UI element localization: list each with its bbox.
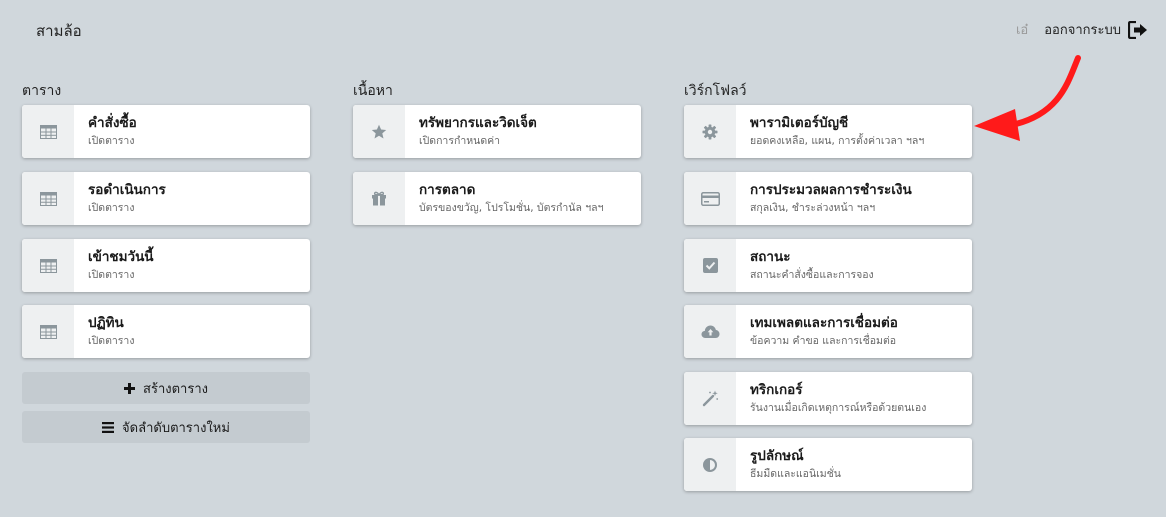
card-title: การประมวลผลการชำระเงิน [750, 182, 912, 198]
card-title: พารามิเตอร์บัญชี [750, 115, 849, 131]
card-subtitle: รันงานเมื่อเกิดเหตุการณ์หรือด้วยตนเอง [750, 402, 927, 414]
tables-column: ตาราง คำสั่งซื้อ เปิดตาราง รอดำเนินการ เ… [22, 80, 310, 443]
card-subtitle: เปิดตาราง [88, 335, 135, 347]
table-card-pending[interactable]: รอดำเนินการ เปิดตาราง [22, 172, 310, 225]
card-title: เข้าชมวันนี้ [88, 249, 154, 265]
top-bar: สามล้อ เอ๋ ออกจากระบบ [0, 0, 1166, 57]
workflow-card-status[interactable]: สถานะ สถานะคำสั่งซื้อและการจอง [684, 239, 972, 292]
logout-icon [1128, 20, 1148, 39]
top-right-area: เอ๋ ออกจากระบบ [1016, 19, 1148, 40]
content-card-resources-widgets[interactable]: ทรัพยากรและวิดเจ็ต เปิดการกำหนดค่า [353, 105, 641, 158]
content-column: เนื้อหา ทรัพยากรและวิดเจ็ต เปิดการกำหนดค… [353, 80, 641, 225]
card-subtitle: ข้อความ คำขอ และการเชื่อมต่อ [750, 335, 897, 347]
card-title: ปฏิทิน [88, 315, 124, 331]
workflow-section-title: เวิร์กโฟลว์ [684, 83, 747, 99]
card-title: ทรัพยากรและวิดเจ็ต [419, 115, 537, 131]
cloud-upload-icon [684, 305, 736, 358]
gear-icon [684, 105, 736, 158]
user-name[interactable]: เอ๋ [1016, 19, 1028, 40]
table-card-calendar[interactable]: ปฏิทิน เปิดตาราง [22, 305, 310, 358]
card-subtitle: บัตรของขวัญ, โปรโมชั่น, บัตรกำนัล ฯลฯ [419, 202, 604, 214]
card-subtitle: เปิดตาราง [88, 135, 135, 147]
gift-icon [353, 172, 405, 225]
workflow-card-triggers[interactable]: ทริกเกอร์ รันงานเมื่อเกิดเหตุการณ์หรือด้… [684, 372, 972, 425]
card-title: ทริกเกอร์ [750, 382, 803, 398]
workflow-column: เวิร์กโฟลว์ พารามิเตอร์บัญชี ยอดคงเหลือ,… [684, 80, 972, 491]
card-subtitle: สกุลเงิน, ชำระล่วงหน้า ฯลฯ [750, 202, 876, 214]
app-title: สามล้อ [36, 22, 82, 40]
star-icon [353, 105, 405, 158]
logout-label: ออกจากระบบ [1044, 23, 1121, 38]
create-table-button[interactable]: สร้างตาราง [22, 372, 310, 404]
content-section-title: เนื้อหา [353, 83, 393, 99]
card-subtitle: เปิดการกำหนดค่า [419, 135, 501, 147]
card-subtitle: เปิดตาราง [88, 269, 135, 281]
annotation-arrow-icon [974, 55, 1081, 141]
workflow-card-payment-processing[interactable]: การประมวลผลการชำระเงิน สกุลเงิน, ชำระล่ว… [684, 172, 972, 225]
content-card-marketing[interactable]: การตลาด บัตรของขวัญ, โปรโมชั่น, บัตรกำนั… [353, 172, 641, 225]
reorder-tables-label: จัดลำดับตารางใหม่ [122, 420, 230, 436]
plus-icon [124, 382, 136, 394]
workflow-card-templates-connections[interactable]: เทมเพลตและการเชื่อมต่อ ข้อความ คำขอ และก… [684, 305, 972, 358]
table-card-visits-today[interactable]: เข้าชมวันนี้ เปิดตาราง [22, 239, 310, 292]
card-title: รูปลักษณ์ [750, 448, 804, 464]
list-icon [102, 421, 115, 433]
table-icon [22, 239, 74, 292]
card-subtitle: ธีมมืดและแอนิเมชั่น [750, 468, 841, 480]
card-title: สถานะ [750, 249, 791, 265]
reorder-tables-button[interactable]: จัดลำดับตารางใหม่ [22, 411, 310, 443]
checkbox-icon [684, 239, 736, 292]
logout-button[interactable]: ออกจากระบบ [1044, 19, 1148, 40]
tables-section-title: ตาราง [22, 83, 62, 99]
create-table-label: สร้างตาราง [143, 381, 208, 397]
card-subtitle: เปิดตาราง [88, 202, 135, 214]
credit-card-icon [684, 172, 736, 225]
card-title: การตลาด [419, 182, 476, 198]
workflow-card-appearance[interactable]: รูปลักษณ์ ธีมมืดและแอนิเมชั่น [684, 438, 972, 491]
card-subtitle: สถานะคำสั่งซื้อและการจอง [750, 269, 874, 281]
contrast-icon [684, 438, 736, 491]
table-card-orders[interactable]: คำสั่งซื้อ เปิดตาราง [22, 105, 310, 158]
card-title: เทมเพลตและการเชื่อมต่อ [750, 315, 898, 331]
card-title: คำสั่งซื้อ [88, 115, 137, 131]
card-subtitle: ยอดคงเหลือ, แผน, การตั้งค่าเวลา ฯลฯ [750, 135, 925, 147]
table-icon [22, 105, 74, 158]
table-icon [22, 172, 74, 225]
magic-wand-icon [684, 372, 736, 425]
table-icon [22, 305, 74, 358]
workflow-card-account-parameters[interactable]: พารามิเตอร์บัญชี ยอดคงเหลือ, แผน, การตั้… [684, 105, 972, 158]
card-title: รอดำเนินการ [88, 182, 166, 198]
